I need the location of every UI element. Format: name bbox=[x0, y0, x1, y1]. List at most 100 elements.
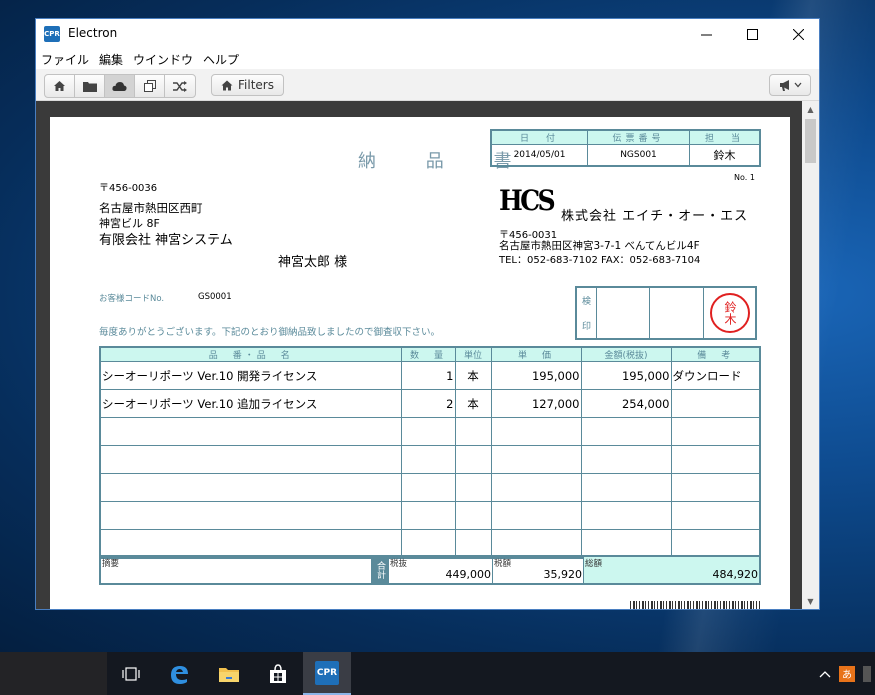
cell-unit: 本 bbox=[454, 389, 492, 418]
report-viewer[interactable]: 納 品 書 日 付 伝票番号 担 当 2014/05/01 NGS001 鈴木 … bbox=[36, 101, 819, 609]
toolbar: Filters bbox=[36, 69, 819, 101]
store-button[interactable] bbox=[254, 652, 302, 695]
date-label: 日 付 bbox=[492, 131, 588, 145]
cell-amount: 195,000 bbox=[580, 361, 672, 390]
grand-total-cell: 総額 484,920 bbox=[584, 557, 759, 583]
home-button[interactable] bbox=[45, 75, 75, 97]
cell-qty: 2 bbox=[400, 389, 456, 418]
minimize-button[interactable] bbox=[683, 19, 729, 49]
cell-product bbox=[99, 473, 402, 502]
title-bar[interactable]: CPR Electron bbox=[36, 19, 819, 49]
cell-note bbox=[670, 529, 761, 559]
file-explorer-button[interactable] bbox=[205, 652, 253, 695]
cell-note: ダウンロード bbox=[670, 361, 761, 390]
cell-amount bbox=[580, 473, 672, 502]
menu-file[interactable]: ファイル bbox=[36, 49, 94, 69]
cell-qty bbox=[400, 501, 456, 530]
report-page: 納 品 書 日 付 伝票番号 担 当 2014/05/01 NGS001 鈴木 … bbox=[50, 117, 790, 609]
stamp-label-top: 検 bbox=[581, 297, 591, 307]
cell-product: シーオーリポーツ Ver.10 追加ライセンス bbox=[99, 389, 402, 418]
col-amount: 金額(税抜) bbox=[580, 346, 672, 362]
customer-person: 神宮太郎 様 bbox=[278, 255, 348, 270]
cell-note bbox=[670, 389, 761, 418]
customer-postal: 〒456-0036 bbox=[99, 183, 158, 194]
edge-icon bbox=[171, 665, 188, 684]
scroll-down-arrow[interactable]: ▼ bbox=[802, 593, 819, 609]
open-folder-button[interactable] bbox=[75, 75, 105, 97]
col-unit: 単位 bbox=[454, 346, 492, 362]
home-icon bbox=[221, 80, 233, 90]
task-view-button[interactable] bbox=[107, 652, 155, 695]
taskbar-search-area[interactable] bbox=[0, 652, 107, 695]
cell-price: 127,000 bbox=[490, 389, 582, 418]
maximize-button[interactable] bbox=[729, 19, 775, 49]
app-window: CPR Electron ファイル 編集 ウインドウ ヘルプ Filters 納… bbox=[35, 18, 820, 610]
totals-row: 摘要 合計 税抜 449,000 税額 35,920 総額 484,920 bbox=[99, 555, 761, 585]
customer-address1: 名古屋市熱田区西町 bbox=[99, 201, 203, 215]
cloud-button[interactable] bbox=[105, 75, 135, 97]
header-info-box: 日 付 伝票番号 担 当 2014/05/01 NGS001 鈴木 bbox=[490, 129, 761, 167]
menu-window[interactable]: ウインドウ bbox=[128, 49, 198, 69]
seller-logo: HCS bbox=[499, 184, 556, 217]
system-tray: あ bbox=[819, 652, 875, 695]
cell-amount bbox=[580, 417, 672, 446]
edge-button[interactable] bbox=[155, 652, 203, 695]
taskbar: CPR あ bbox=[0, 652, 875, 695]
announce-dropdown-button[interactable] bbox=[769, 74, 811, 96]
subtotal-cell: 税抜 449,000 bbox=[389, 557, 493, 583]
tax-value: 35,920 bbox=[543, 568, 583, 581]
cell-amount bbox=[580, 445, 672, 474]
folder-icon bbox=[82, 81, 97, 92]
cell-price: 195,000 bbox=[490, 361, 582, 390]
slip-number-label: 伝票番号 bbox=[588, 131, 690, 145]
cell-note bbox=[670, 445, 761, 474]
stamp-cell-2 bbox=[650, 288, 704, 338]
filters-button[interactable]: Filters bbox=[211, 74, 284, 96]
menu-help[interactable]: ヘルプ bbox=[198, 49, 244, 69]
filters-label: Filters bbox=[238, 78, 274, 92]
cell-unit bbox=[454, 529, 492, 559]
store-icon bbox=[270, 663, 286, 683]
grand-total-label: 総額 bbox=[585, 559, 603, 569]
menu-bar: ファイル 編集 ウインドウ ヘルプ bbox=[36, 49, 819, 69]
task-view-icon bbox=[122, 666, 140, 681]
items-table: 品 番・品 名 数 量 単位 単 価 金額(税抜) 備 考 シーオーリポーツ V… bbox=[99, 346, 761, 559]
table-row: シーオーリポーツ Ver.10 追加ライセンス 2 本 127,000 254,… bbox=[99, 389, 761, 418]
tax-label: 税額 bbox=[494, 559, 512, 569]
cell-qty bbox=[400, 417, 456, 446]
barcode bbox=[630, 601, 760, 609]
subtotal-value: 449,000 bbox=[445, 568, 492, 581]
table-row bbox=[99, 445, 761, 474]
cell-amount bbox=[580, 501, 672, 530]
shuffle-button[interactable] bbox=[165, 75, 195, 97]
cell-price bbox=[490, 473, 582, 502]
tray-overflow-icon[interactable] bbox=[863, 665, 871, 682]
menu-edit[interactable]: 編集 bbox=[94, 49, 128, 69]
greeting-text: 毎度ありがとうございます。下記のとおり御納品致しましたので御査収下さい。 bbox=[99, 327, 441, 338]
staff-value: 鈴木 bbox=[713, 149, 736, 162]
ime-icon[interactable]: あ bbox=[839, 665, 855, 682]
close-button[interactable] bbox=[775, 19, 821, 49]
cell-amount: 254,000 bbox=[580, 389, 672, 418]
explorer-icon bbox=[219, 667, 239, 682]
cell-note bbox=[670, 501, 761, 530]
table-row bbox=[99, 473, 761, 502]
table-row bbox=[99, 417, 761, 446]
cell-qty bbox=[400, 445, 456, 474]
seller-tel-fax: TEL：052-683-7102 FAX：052-683-7104 bbox=[499, 255, 701, 266]
cpr-app-taskbar-button[interactable]: CPR bbox=[303, 652, 351, 695]
scroll-up-arrow[interactable]: ▲ bbox=[802, 101, 819, 117]
personal-seal: 鈴木 bbox=[709, 293, 750, 333]
cell-price bbox=[490, 417, 582, 446]
stamp-label: 検 印 bbox=[577, 288, 597, 338]
vertical-scrollbar[interactable]: ▲ ▼ bbox=[802, 101, 819, 609]
chevron-up-icon[interactable] bbox=[819, 670, 831, 678]
scrollbar-thumb[interactable] bbox=[805, 119, 816, 163]
subtotal-label: 税抜 bbox=[390, 559, 408, 569]
col-qty: 数 量 bbox=[400, 346, 456, 362]
seller-company: 株式会社 エイチ・オー・エス bbox=[561, 209, 749, 224]
cell-price bbox=[490, 445, 582, 474]
copy-button[interactable] bbox=[135, 75, 165, 97]
total-label-cell: 合計 bbox=[372, 557, 389, 583]
cell-product bbox=[99, 529, 402, 559]
